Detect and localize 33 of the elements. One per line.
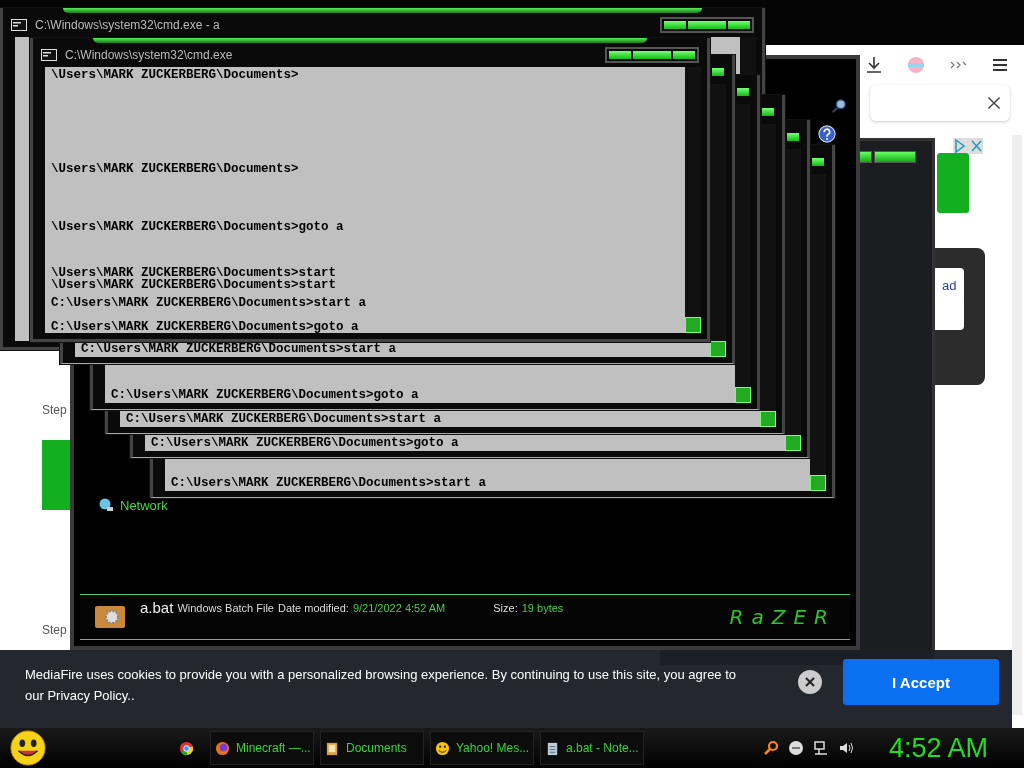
size-value: 19 bytes: [521, 602, 564, 614]
console-line: C:\Users\MARK ZUCKERBERG\Documents>start a: [81, 343, 398, 355]
window-title: C:\Windows\system32\cmd.exe: [65, 48, 233, 62]
console-line: \Users\MARK ZUCKERBERG\Documents>start: [51, 279, 338, 291]
console-line: C:\Users\MARK ZUCKERBERG\Documents>goto a: [111, 389, 420, 401]
console-line: C:\Users\MARK ZUCKERBERG\Documents>goto a: [151, 437, 460, 449]
date-value: 9/21/2022 4:52 AM: [352, 602, 446, 614]
step-label: Step: [42, 623, 67, 637]
clock[interactable]: 4:52 AM: [888, 732, 988, 764]
nav-label: Network: [120, 497, 168, 513]
taskbar-button[interactable]: Documents: [320, 731, 424, 765]
nav-item[interactable]: Network: [98, 497, 168, 513]
console-line: C:\Users\MARK ZUCKERBERG\Documents>goto a: [51, 321, 360, 333]
cookie-text: MediaFire uses cookies to provide you with a personalized browsing experience. By continuing to use this site, you agree to our Privacy Policy..: [25, 666, 738, 705]
step-label: Step: [42, 403, 67, 417]
taskbar-button[interactable]: a.bat - Note...: [540, 731, 644, 765]
taskbar-button[interactable]: Yahoo! Mes...: [430, 731, 534, 765]
window-title: C:\Windows\system32\cmd.exe - a: [35, 18, 220, 32]
size-label: Size:: [493, 602, 518, 614]
console-line: \Users\MARK ZUCKERBERG\Documents>goto a: [51, 221, 345, 233]
accept-button[interactable]: I Accept: [843, 659, 999, 705]
console-line: C:\Users\MARK ZUCKERBERG\Documents>start a: [126, 413, 443, 425]
console-line: \Users\MARK ZUCKERBERG\Documents>: [51, 69, 300, 81]
console-line: C:\Users\MARK ZUCKERBERG\Documents>start a: [51, 297, 368, 309]
logo: RaZER: [729, 605, 836, 629]
file-type: Windows Batch File: [177, 602, 274, 614]
console-line: C:\Users\MARK ZUCKERBERG\Documents>start a: [171, 477, 488, 489]
console-line: \Users\MARK ZUCKERBERG\Documents>start: [51, 267, 338, 279]
date-label: Date modified:: [277, 602, 349, 614]
console-line: \Users\MARK ZUCKERBERG\Documents>: [51, 163, 300, 175]
download-link[interactable]: ad: [942, 278, 957, 293]
taskbar-button[interactable]: Minecraft —...: [210, 731, 314, 765]
file-name: a.bat: [140, 599, 174, 616]
